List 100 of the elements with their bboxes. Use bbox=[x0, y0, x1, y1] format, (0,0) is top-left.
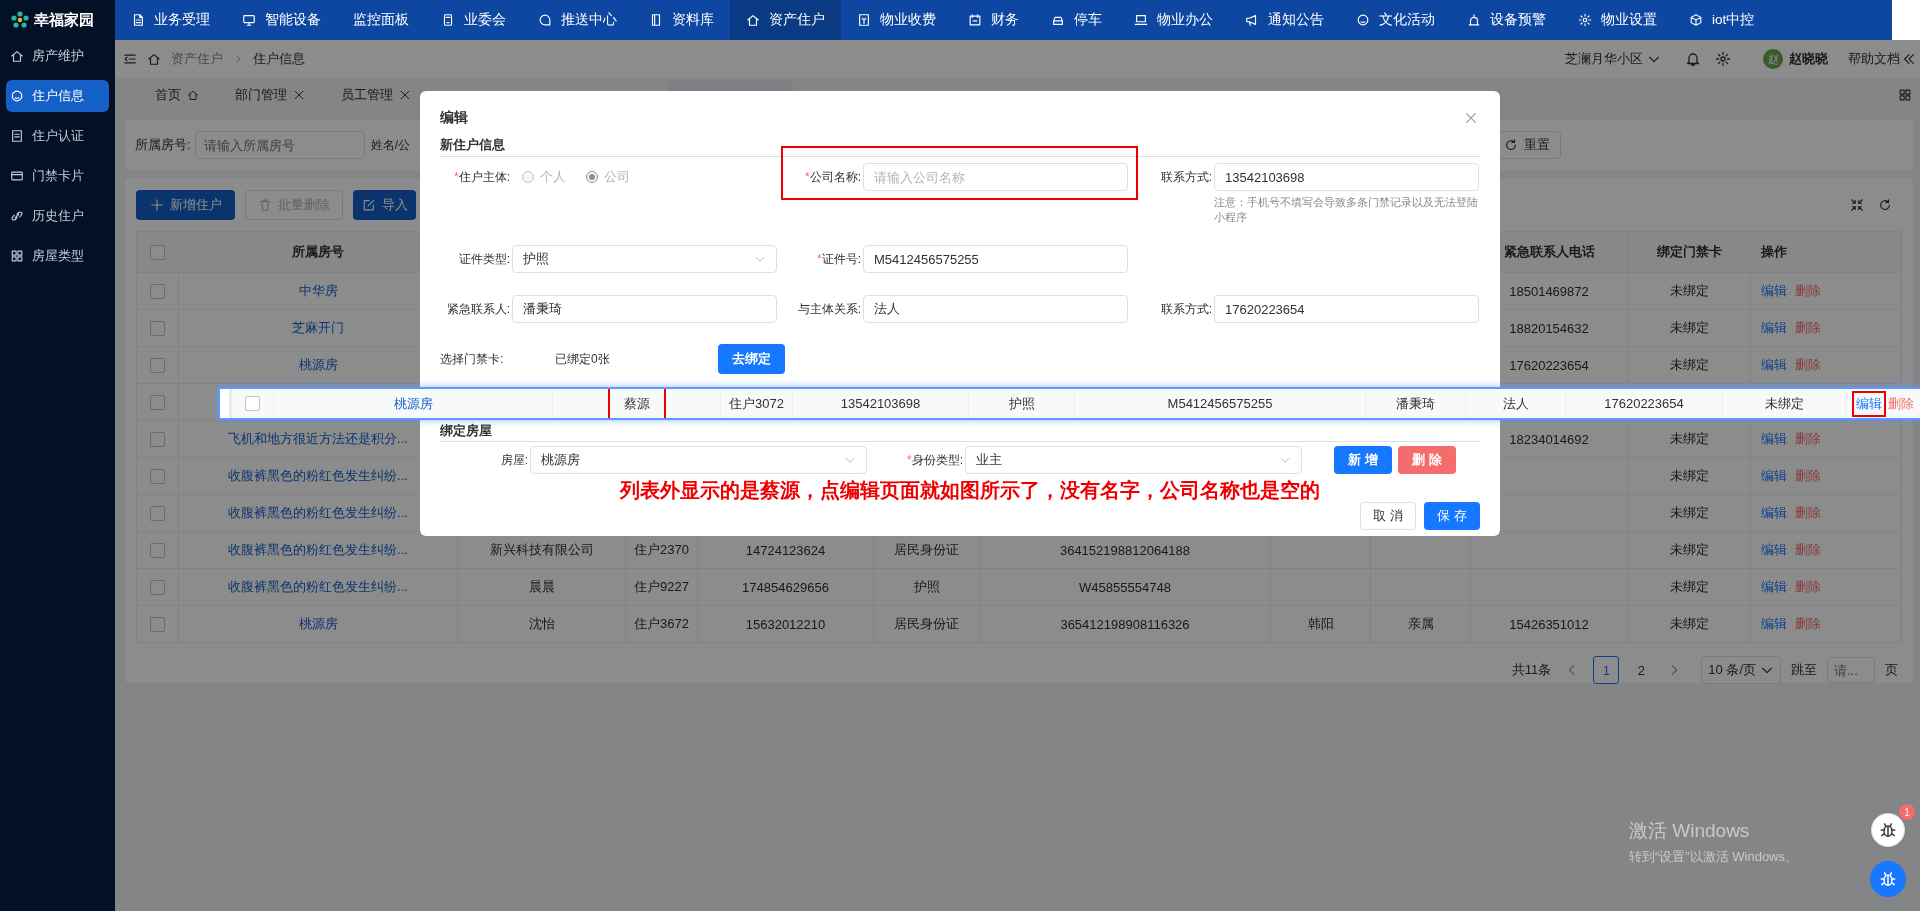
edit-link[interactable]: 编辑 bbox=[1761, 615, 1787, 633]
nav-item[interactable]: 推送中心 bbox=[522, 0, 633, 40]
close-icon[interactable] bbox=[1464, 111, 1478, 125]
nav-item[interactable]: 设备预警 bbox=[1451, 0, 1562, 40]
sidebar-item[interactable]: 房产维护 bbox=[6, 40, 109, 72]
room-link[interactable]: 收腹裤黑色的粉红色发生纠纷... bbox=[228, 578, 408, 596]
grid-icon[interactable] bbox=[1898, 88, 1912, 102]
room-link[interactable]: 收腹裤黑色的粉红色发生纠纷... bbox=[228, 504, 408, 522]
edit-link[interactable]: 编辑 bbox=[1761, 578, 1787, 596]
nav-item[interactable]: 财务 bbox=[952, 0, 1035, 40]
nav-item[interactable]: 监控面板 bbox=[337, 0, 425, 40]
room-link[interactable]: 芝麻开门 bbox=[292, 319, 344, 337]
tab[interactable]: 员工管理 bbox=[341, 80, 411, 110]
nav-item[interactable]: 停车 bbox=[1035, 0, 1118, 40]
drag-handle[interactable] bbox=[220, 389, 232, 418]
room-link[interactable]: 飞机和地方很近方法还是积分... bbox=[228, 430, 408, 448]
community-dropdown[interactable]: 芝澜月华小区 bbox=[1565, 50, 1661, 68]
nav-item[interactable]: 物业设置 bbox=[1562, 0, 1673, 40]
nav-item[interactable]: 物业办公 bbox=[1118, 0, 1229, 40]
table-cell: 174854629656 bbox=[742, 579, 829, 595]
select-field[interactable]: 业主 bbox=[965, 446, 1302, 474]
dialog-title: 编辑 bbox=[440, 109, 468, 127]
nav-item[interactable]: 智能设备 bbox=[226, 0, 337, 40]
menu-fold-icon[interactable] bbox=[123, 52, 137, 66]
room-link[interactable]: 收腹裤黑色的粉红色发生纠纷... bbox=[228, 541, 408, 559]
delete-link[interactable]: 删除 bbox=[1888, 394, 1914, 413]
room-link[interactable]: 收腹裤黑色的粉红色发生纠纷... bbox=[228, 467, 408, 485]
checkbox[interactable] bbox=[150, 394, 165, 410]
save-button[interactable]: 保 存 bbox=[1424, 502, 1480, 530]
sidebar-item[interactable]: 房屋类型 bbox=[6, 240, 109, 272]
help-docs-link[interactable]: 帮助文档 bbox=[1848, 50, 1916, 68]
edit-link[interactable]: 编辑 bbox=[1761, 282, 1787, 300]
sidebar-item[interactable]: 历史住户 bbox=[6, 200, 109, 232]
input-field[interactable]: 13542103698 bbox=[1214, 163, 1479, 191]
nav-item[interactable]: 资产住户 bbox=[730, 0, 841, 40]
nav-item[interactable]: 业委会 bbox=[425, 0, 522, 40]
checkbox[interactable] bbox=[150, 283, 165, 299]
page-button[interactable]: 2 bbox=[1629, 657, 1654, 683]
checkbox[interactable] bbox=[150, 616, 165, 632]
input-field[interactable]: M5412456575255 bbox=[863, 245, 1128, 273]
checkbox[interactable] bbox=[150, 505, 165, 521]
input-field[interactable]: 请输入所属房号 bbox=[194, 131, 365, 159]
bind-button[interactable]: 去绑定 bbox=[718, 344, 785, 374]
nav-item[interactable]: 物业收费 bbox=[841, 0, 952, 40]
checkbox[interactable] bbox=[150, 579, 165, 595]
edit-link[interactable]: 编辑 bbox=[1761, 541, 1787, 559]
user-name[interactable]: 赵晓晓 bbox=[1789, 50, 1828, 68]
edit-link[interactable]: 编辑 bbox=[1761, 467, 1787, 485]
edit-link[interactable]: 编辑 bbox=[1852, 390, 1886, 417]
close-icon[interactable] bbox=[293, 89, 305, 101]
input-field[interactable]: 潘秉琦 bbox=[512, 295, 777, 323]
select-field[interactable]: 护照 bbox=[512, 245, 777, 273]
close-icon[interactable] bbox=[399, 89, 411, 101]
bell-icon[interactable] bbox=[1685, 51, 1701, 67]
edit-link[interactable]: 编辑 bbox=[1761, 356, 1787, 374]
nav-item[interactable]: 资料库 bbox=[633, 0, 730, 40]
input-field[interactable]: 请输入公司名称 bbox=[863, 163, 1128, 191]
checkbox[interactable] bbox=[150, 357, 165, 373]
sidebar-item[interactable]: 门禁卡片 bbox=[6, 160, 109, 192]
home-icon[interactable] bbox=[147, 52, 161, 66]
input-field[interactable]: 请... bbox=[1827, 657, 1875, 683]
checkbox[interactable] bbox=[150, 244, 165, 260]
sidebar-item[interactable]: 住户信息 bbox=[6, 80, 109, 112]
room-link[interactable]: 桃源房 bbox=[298, 615, 338, 633]
toolbar-button[interactable]: 导入 bbox=[353, 190, 416, 220]
sidebar-item[interactable]: 住户认证 bbox=[6, 120, 109, 152]
room-link[interactable]: 桃源房 bbox=[298, 356, 338, 374]
room-link[interactable]: 中华房 bbox=[298, 282, 338, 300]
breadcrumb-item[interactable]: 资产住户 bbox=[171, 50, 223, 68]
dragged-table-row[interactable]: 桃源房 蔡源 住户3072 13542103698 护照 M5412456575255 潘秉琦 法人 17620223654 未绑定 编辑 删除 bbox=[220, 389, 1920, 418]
checkbox[interactable] bbox=[150, 542, 165, 558]
input-field[interactable]: 法人 bbox=[863, 295, 1128, 323]
checkbox[interactable] bbox=[150, 320, 165, 336]
select-field[interactable]: 桃源房 bbox=[530, 446, 867, 474]
edit-link[interactable]: 编辑 bbox=[1761, 430, 1787, 448]
checkbox[interactable] bbox=[150, 431, 165, 447]
settings-icon[interactable] bbox=[1715, 51, 1731, 67]
nav-item[interactable]: 业务受理 bbox=[115, 0, 226, 40]
room-link[interactable]: 桃源房 bbox=[393, 394, 433, 413]
refresh-icon[interactable] bbox=[1878, 198, 1892, 212]
cancel-button[interactable]: 取 消 bbox=[1360, 502, 1416, 530]
checkbox[interactable] bbox=[150, 468, 165, 484]
page-size-select[interactable]: 10 条/页 bbox=[1701, 656, 1781, 684]
delete-button[interactable]: 删 除 bbox=[1398, 446, 1456, 474]
book-icon bbox=[649, 13, 663, 27]
edit-link[interactable]: 编辑 bbox=[1761, 504, 1787, 522]
debug-button[interactable] bbox=[1871, 813, 1905, 847]
tab[interactable]: 部门管理 bbox=[235, 80, 305, 110]
input-field[interactable]: 17620223654 bbox=[1214, 295, 1479, 323]
edit-link[interactable]: 编辑 bbox=[1761, 319, 1787, 337]
nav-item[interactable]: 通知公告 bbox=[1229, 0, 1340, 40]
page-button[interactable]: 1 bbox=[1593, 656, 1620, 684]
home-icon bbox=[187, 89, 199, 101]
checkbox[interactable] bbox=[245, 396, 260, 411]
nav-item[interactable]: 文化活动 bbox=[1340, 0, 1451, 40]
collapse-icon[interactable] bbox=[1850, 198, 1864, 212]
toolbar-button[interactable]: 新增住户 bbox=[136, 190, 235, 220]
add-button[interactable]: 新 增 bbox=[1334, 446, 1392, 474]
tab[interactable]: 首页 bbox=[155, 80, 199, 110]
nav-item[interactable]: iot中控 bbox=[1673, 0, 1771, 40]
